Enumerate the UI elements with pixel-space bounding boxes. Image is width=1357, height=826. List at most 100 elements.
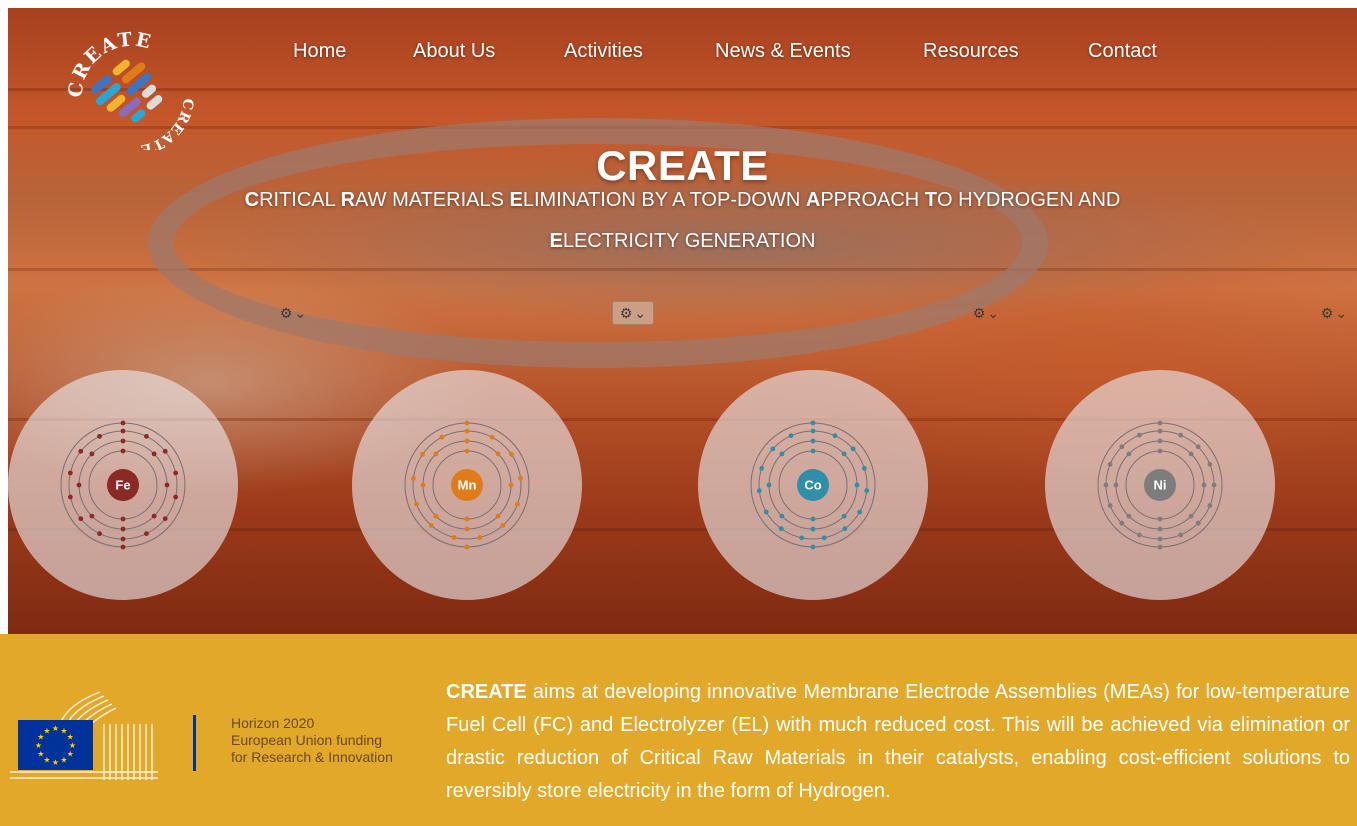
electron-dot — [97, 531, 102, 537]
electron-dot — [756, 488, 762, 494]
nav-about-us[interactable]: About Us — [413, 40, 495, 63]
electron-dot — [854, 482, 860, 488]
gear-menu-button[interactable]: ⚙ ⌄ — [612, 301, 654, 325]
electron-dot — [810, 448, 816, 454]
electron-dot — [1178, 432, 1184, 438]
electron-dot — [1201, 482, 1207, 488]
eu-star-icon: ★ — [60, 756, 67, 765]
electron-dot — [144, 433, 149, 439]
electron-dot — [120, 448, 126, 454]
horizon-line-2: European Union funding — [231, 732, 383, 748]
electron-dot — [420, 482, 426, 488]
element-card-mn[interactable]: Mn — [352, 370, 582, 600]
electron-dot — [464, 448, 470, 454]
electron-dot — [1188, 451, 1194, 457]
electron-dot — [509, 451, 514, 457]
electron-dot — [1211, 482, 1217, 488]
electron-dot — [433, 513, 439, 519]
electron-dot — [1119, 520, 1125, 526]
electron-dot — [495, 451, 501, 457]
electron-dot — [1157, 544, 1163, 550]
electron-dot — [821, 535, 827, 541]
subtitle-initial: R — [340, 189, 356, 211]
electron-dot — [1207, 461, 1213, 467]
gear-icon: ⚙ — [1320, 304, 1334, 321]
hero-title: CREATE — [596, 142, 769, 189]
subtitle-initial: E — [509, 189, 523, 211]
electron-dot — [779, 451, 785, 457]
eu-star-icon: ★ — [67, 750, 74, 759]
electron-dot — [439, 434, 445, 440]
electron-dot — [1195, 444, 1201, 450]
electron-dot — [410, 476, 416, 481]
electron-dot — [1157, 448, 1163, 454]
electron-dot — [1119, 444, 1125, 450]
nav-home[interactable]: Home — [293, 40, 346, 63]
element-card-fe[interactable]: Fe — [8, 370, 238, 600]
gear-icon: ⚙ — [972, 304, 986, 321]
electron-dot — [428, 523, 434, 528]
electron-dot — [1103, 482, 1109, 488]
electron-dot — [120, 526, 126, 532]
electron-dot — [850, 446, 856, 452]
main-nav: Home About Us Activities News & Events R… — [8, 40, 1357, 70]
electron-dot — [464, 544, 470, 550]
atom-diagram-mn: Mn — [404, 420, 530, 550]
electron-dot — [1157, 516, 1163, 522]
electron-dot — [788, 433, 794, 439]
gear-menu-button[interactable]: ⚙ ⌄ — [965, 301, 1007, 325]
gear-menu-button[interactable]: ⚙ ⌄ — [1313, 301, 1355, 325]
electron-dot — [164, 482, 170, 488]
electron-dot — [120, 544, 126, 550]
electron-dot — [464, 428, 470, 434]
element-card-ni[interactable]: Ni — [1045, 370, 1275, 600]
electron-dot — [1136, 532, 1142, 538]
subtitle-text: LECTRICITY GENERATION — [562, 230, 816, 252]
electron-dot — [1178, 532, 1184, 538]
electron-dot — [78, 516, 84, 522]
nav-resources[interactable]: Resources — [923, 40, 1019, 63]
electron-dot — [89, 451, 95, 457]
page: CREATE CREATE Home About Us Activ — [0, 0, 1357, 826]
electron-dot — [841, 513, 847, 519]
electron-dot — [864, 488, 870, 494]
electron-dot — [842, 526, 848, 532]
electron-dot — [810, 526, 816, 532]
description-text: aims at developing innovative Membrane E… — [446, 681, 1350, 802]
gear-menu-button[interactable]: ⚙ ⌄ — [272, 301, 314, 325]
electron-dot — [766, 482, 772, 488]
hero-banner: CREATE CREATE Home About Us Activ — [8, 8, 1357, 634]
electron-dot — [120, 536, 126, 542]
nav-activities[interactable]: Activities — [564, 40, 643, 63]
nav-news-events[interactable]: News & Events — [715, 40, 851, 63]
electron-dot — [1157, 526, 1163, 532]
electron-dot — [67, 494, 73, 500]
electron-dot — [489, 434, 495, 440]
eu-star-icon: ★ — [52, 724, 59, 733]
electron-dot — [89, 513, 95, 519]
electron-dot — [770, 446, 776, 452]
electron-dot — [810, 420, 816, 426]
electron-dot — [151, 451, 157, 457]
atom-diagram-co: Co — [750, 420, 876, 550]
electron-dot — [857, 509, 863, 515]
electron-dot — [120, 420, 126, 426]
subtitle-initial: A — [805, 189, 821, 211]
nav-contact[interactable]: Contact — [1088, 40, 1157, 63]
electron-dot — [477, 535, 483, 540]
atom-diagram-ni: Ni — [1097, 420, 1223, 550]
eu-star-icon: ★ — [43, 726, 50, 735]
electron-dot — [120, 428, 126, 434]
subtitle-initial: T — [924, 189, 938, 211]
electron-dot — [799, 535, 805, 541]
element-card-co[interactable]: Co — [698, 370, 928, 600]
subtitle-text: LIMINATION BY A TOP-DOWN — [522, 189, 806, 211]
eu-star-icon: ★ — [35, 741, 42, 750]
subtitle-text: RITICAL — [259, 189, 341, 211]
horizon-2020-text: Horizon 2020 European Union funding for … — [231, 715, 393, 766]
electron-dot — [810, 438, 816, 444]
electron-dot — [76, 482, 82, 488]
electron-dot — [162, 448, 168, 454]
electron-dot — [810, 544, 816, 550]
hero-subtitle-line-2: ELECTRICITY GENERATION — [8, 230, 1357, 253]
